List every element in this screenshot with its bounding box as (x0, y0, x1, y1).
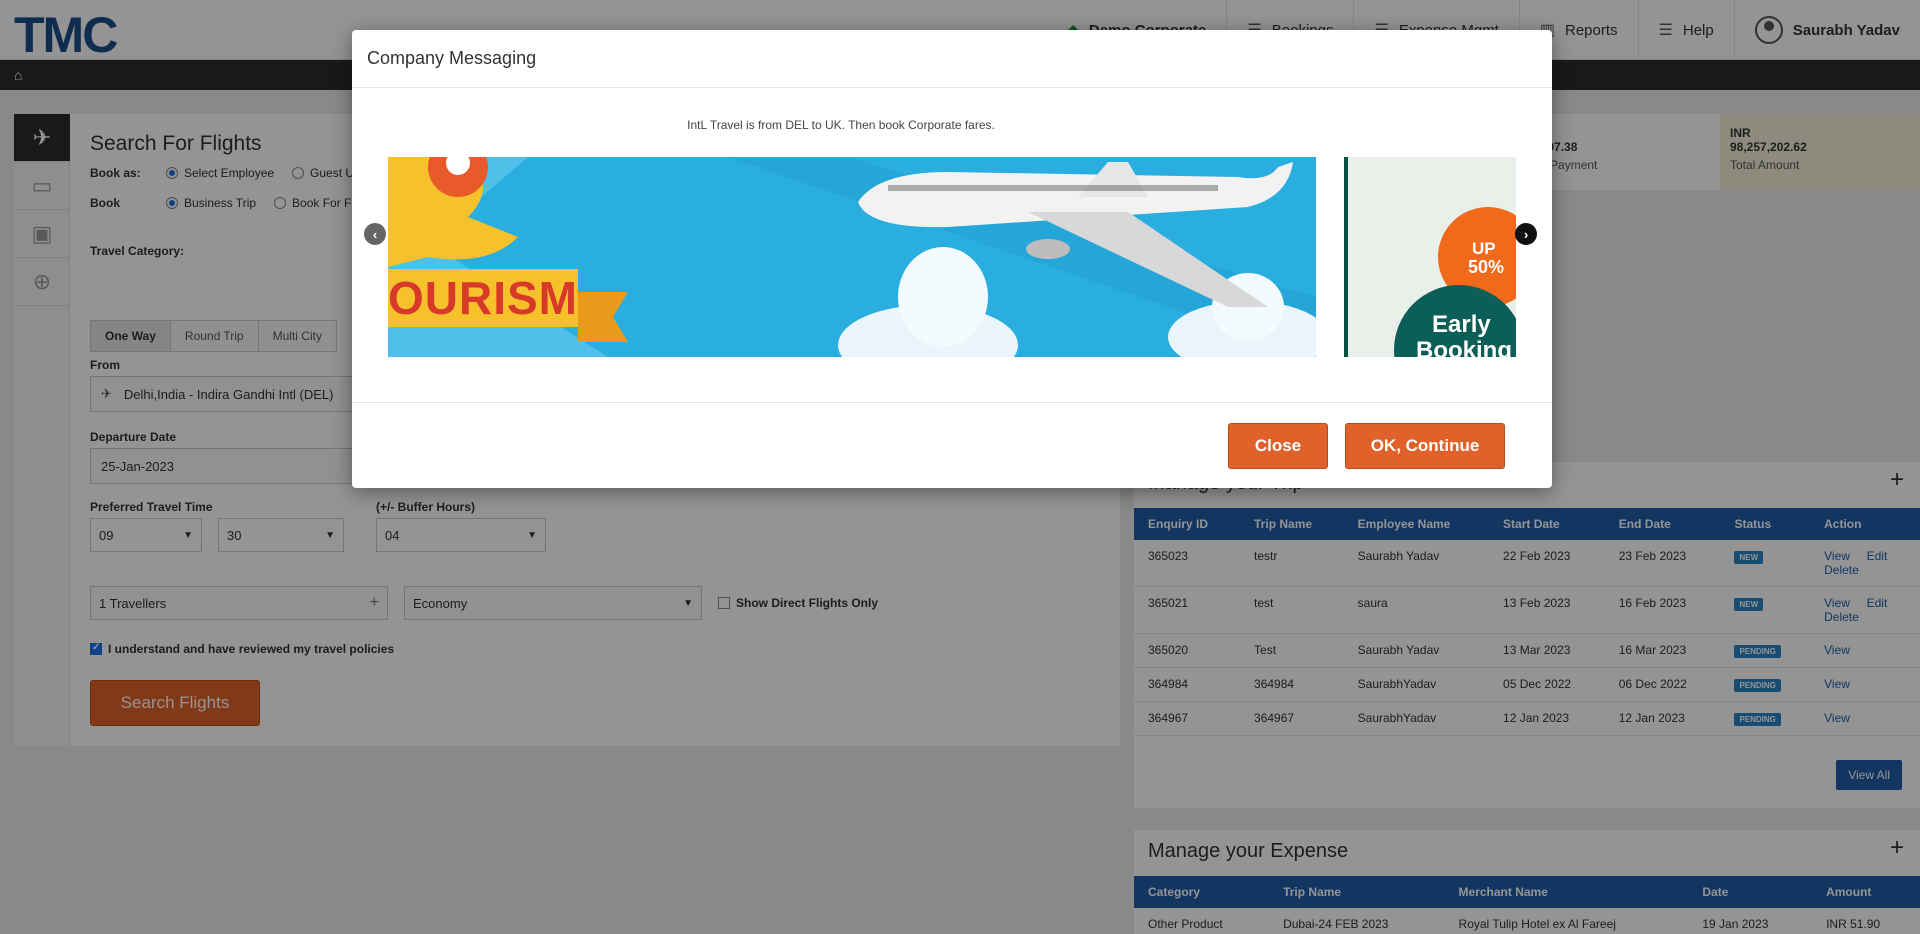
early-text: Early (1432, 311, 1491, 338)
modal-title: Company Messaging (367, 48, 537, 68)
company-messaging-modal: Company Messaging IntL Travel is from DE… (352, 30, 1552, 488)
ok-continue-button[interactable]: OK, Continue (1345, 423, 1505, 469)
booking-text: Booking (1416, 337, 1512, 357)
discount-up: UP (1472, 239, 1496, 258)
tourism-text: OURISM (388, 272, 578, 324)
modal-header: Company Messaging (352, 30, 1552, 88)
modal-message: IntL Travel is from DEL to UK. Then book… (687, 118, 995, 132)
discount-percent: 50% (1468, 257, 1505, 277)
early-booking-slide[interactable]: UP 50% Early Booking (1344, 157, 1516, 357)
promo-carousel: OURISM UP 50% Early Booking (388, 157, 1516, 357)
tourism-banner-image (388, 157, 1316, 357)
tourism-slide[interactable]: OURISM (388, 157, 1316, 357)
close-button[interactable]: Close (1228, 423, 1328, 469)
carousel-prev-icon[interactable]: ‹ (364, 223, 386, 245)
carousel-next-icon[interactable]: › (1515, 223, 1537, 245)
modal-footer: Close OK, Continue (352, 402, 1552, 488)
